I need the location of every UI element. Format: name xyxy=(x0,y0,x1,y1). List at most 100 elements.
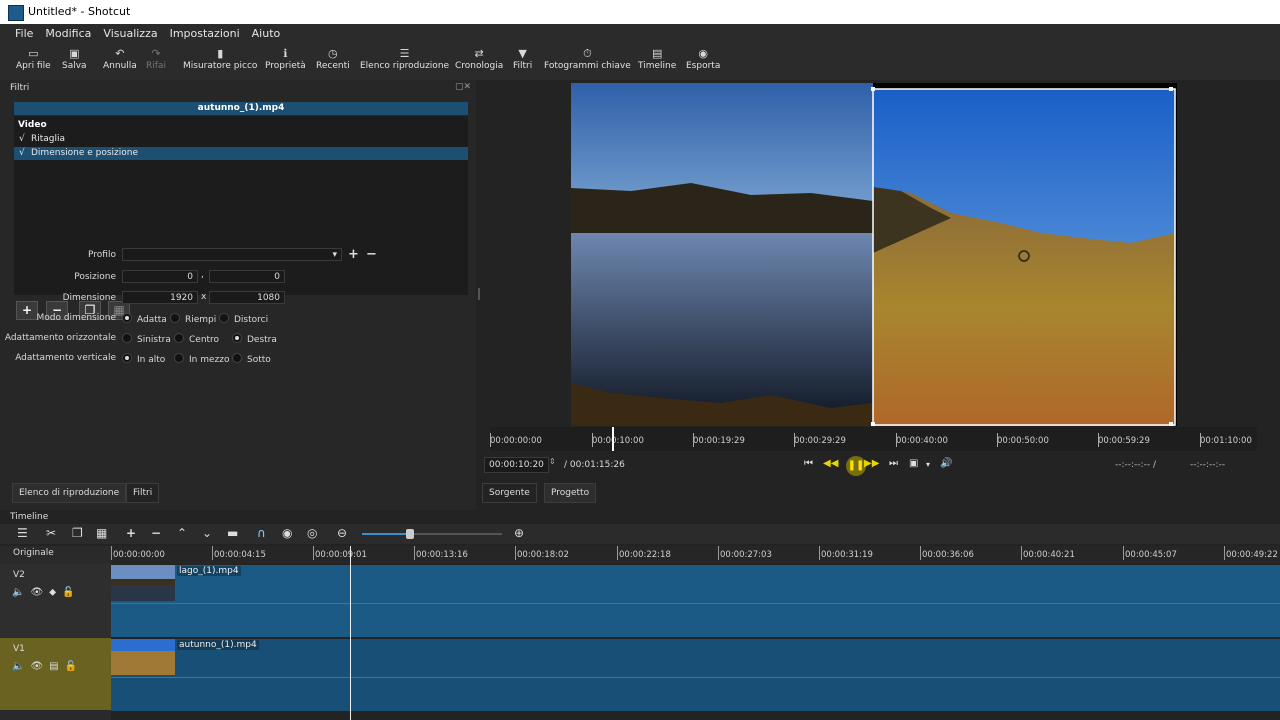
radio-dot xyxy=(219,313,229,323)
zoom-dropdown-icon[interactable]: ▾ xyxy=(926,460,930,469)
recent-button[interactable]: ◷ Recenti xyxy=(316,47,350,71)
clip-label: autunno_(1).mp4 xyxy=(177,640,259,650)
radio-fit[interactable]: Adatta xyxy=(122,313,167,325)
radio-dot xyxy=(174,333,184,343)
position-x-field[interactable]: 0 xyxy=(122,270,198,283)
profile-select[interactable]: ▾ xyxy=(122,248,342,261)
snap-icon[interactable]: ∩ xyxy=(257,526,266,540)
peak-meter-button[interactable]: ▮ Misuratore picco xyxy=(183,47,257,71)
keyframes-button[interactable]: ⏱ Fotogrammi chiave xyxy=(544,47,631,71)
filter-item-size-position[interactable]: √ Dimensione e posizione xyxy=(14,147,468,160)
tab-filters[interactable]: Filtri xyxy=(126,483,160,503)
panel-float-close-icon[interactable]: ▢✕ xyxy=(455,82,471,92)
current-time-field[interactable]: 00:00:10:20 xyxy=(484,457,549,473)
timeline-playhead[interactable] xyxy=(350,546,351,720)
chevron-down-icon: ▾ xyxy=(332,250,337,260)
radio-middle[interactable]: In mezzo xyxy=(174,353,229,365)
check-icon[interactable]: √ xyxy=(19,133,31,146)
radio-left[interactable]: Sinistra xyxy=(122,333,171,345)
size-width-field[interactable]: 1920 xyxy=(122,291,198,304)
app-icon xyxy=(8,5,24,21)
lift-icon[interactable]: ⌃ xyxy=(177,526,187,540)
radio-dot xyxy=(232,333,242,343)
folder-icon: ▭ xyxy=(28,47,39,60)
redo-icon: ↷ xyxy=(151,47,161,60)
pause-button[interactable]: ❚❚ xyxy=(846,456,866,476)
video-preview[interactable] xyxy=(571,83,1177,426)
zoom-out-icon[interactable]: ⊖ xyxy=(337,526,347,540)
zoom-in-icon[interactable]: ⊕ xyxy=(514,526,524,540)
in-point: --:--:--:-- / xyxy=(1115,460,1156,470)
split-icon[interactable]: ▬ xyxy=(227,526,238,540)
paste-icon[interactable]: ▦ xyxy=(96,526,107,540)
track-header-v1[interactable]: V1 🔈👁▤🔓 xyxy=(0,638,111,710)
menu-settings[interactable]: Impostazioni xyxy=(170,24,240,44)
properties-button[interactable]: ℹ Proprietà xyxy=(265,47,306,71)
menu-file[interactable]: File xyxy=(15,24,33,44)
menu-edit[interactable]: Modifica xyxy=(45,24,91,44)
radio-distort[interactable]: Distorci xyxy=(219,313,268,325)
ruler-tick: 00:00:31:19 xyxy=(819,546,873,560)
remove-icon[interactable]: − xyxy=(151,526,161,540)
open-file-button[interactable]: ▭ Apri file xyxy=(16,47,51,71)
splitter-handle[interactable] xyxy=(478,288,480,300)
scrub-icon[interactable]: ◉ xyxy=(282,526,292,540)
check-icon[interactable]: √ xyxy=(19,147,31,160)
cut-icon[interactable]: ✂ xyxy=(46,526,56,540)
radio-fill[interactable]: Riempi xyxy=(170,313,216,325)
redo-button[interactable]: ↷ Rifai xyxy=(146,47,166,71)
size-height-field[interactable]: 1080 xyxy=(209,291,285,304)
player-ruler[interactable]: 00:00:00:00 00:00:10:00 00:00:19:29 00:0… xyxy=(490,427,1257,451)
ruler-tick: 00:01:10:00 xyxy=(1200,433,1252,447)
radio-center[interactable]: Centro xyxy=(174,333,219,345)
track-controls[interactable]: 🔈👁⬥🔓 xyxy=(12,587,81,598)
audio-divider xyxy=(111,677,1280,678)
export-button[interactable]: ◉ Esporta xyxy=(686,47,720,71)
save-icon: ▣ xyxy=(69,47,80,60)
player-playhead[interactable] xyxy=(612,427,614,451)
radio-right[interactable]: Destra xyxy=(232,333,277,345)
remove-preset-button[interactable]: − xyxy=(366,247,377,262)
ripple-icon[interactable]: ◎ xyxy=(307,526,317,540)
menu-view[interactable]: Visualizza xyxy=(103,24,157,44)
undo-button[interactable]: ↶ Annulla xyxy=(103,47,137,71)
tab-playlist[interactable]: Elenco di riproduzione xyxy=(12,483,127,503)
skip-end-button[interactable]: ⏭ xyxy=(889,458,898,469)
zoom-fit-icon[interactable]: ▣ xyxy=(909,458,918,469)
add-preset-button[interactable]: + xyxy=(348,247,359,262)
fast-forward-button[interactable]: ▶▶ xyxy=(864,458,879,469)
track-v1[interactable]: autunno_(1).mp4 xyxy=(111,639,1280,711)
timeline-ruler[interactable]: 00:00:00:00 00:00:04:15 00:00:09:01 00:0… xyxy=(111,546,1280,564)
menu-icon[interactable]: ☰ xyxy=(17,526,28,540)
copy-icon[interactable]: ❐ xyxy=(72,526,83,540)
menu-help[interactable]: Aiuto xyxy=(252,24,281,44)
playlist-button[interactable]: ☰ Elenco riproduzione xyxy=(360,47,449,71)
skip-start-button[interactable]: ⏮ xyxy=(804,458,813,469)
ruler-tick: 00:00:40:21 xyxy=(1021,546,1075,560)
tab-source[interactable]: Sorgente xyxy=(482,483,537,503)
track-v2[interactable]: lago_(1).mp4 xyxy=(111,565,1280,637)
history-button[interactable]: ⇄ Cronologia xyxy=(455,47,503,71)
timeline-button[interactable]: ▤ Timeline xyxy=(638,47,676,71)
time-spinner-icon[interactable]: ⇕ xyxy=(549,457,556,466)
position-y-field[interactable]: 0 xyxy=(209,270,285,283)
filters-button[interactable]: ▼ Filtri xyxy=(513,47,532,71)
volume-icon[interactable]: 🔊 xyxy=(940,458,952,469)
total-time: / 00:01:15:26 xyxy=(564,460,625,470)
save-button[interactable]: ▣ Salva xyxy=(62,47,87,71)
zoom-slider-handle[interactable] xyxy=(406,529,414,539)
tab-project[interactable]: Progetto xyxy=(544,483,597,503)
title-bar: Untitled* - Shotcut xyxy=(0,0,1280,24)
overwrite-icon[interactable]: ⌄ xyxy=(202,526,212,540)
ruler-tick: 00:00:59:29 xyxy=(1098,433,1150,447)
append-icon[interactable]: + xyxy=(126,526,136,540)
meter-icon: ▮ xyxy=(217,47,224,60)
radio-top[interactable]: In alto xyxy=(122,353,165,365)
zoom-slider[interactable] xyxy=(362,529,502,539)
filter-item-crop[interactable]: √ Ritaglia xyxy=(14,133,468,146)
audio-divider xyxy=(111,603,1280,604)
track-controls[interactable]: 🔈👁▤🔓 xyxy=(12,661,83,672)
radio-bottom[interactable]: Sotto xyxy=(232,353,271,365)
track-header-v2[interactable]: V2 🔈👁⬥🔓 xyxy=(0,564,111,637)
rewind-button[interactable]: ◀◀ xyxy=(823,458,838,469)
